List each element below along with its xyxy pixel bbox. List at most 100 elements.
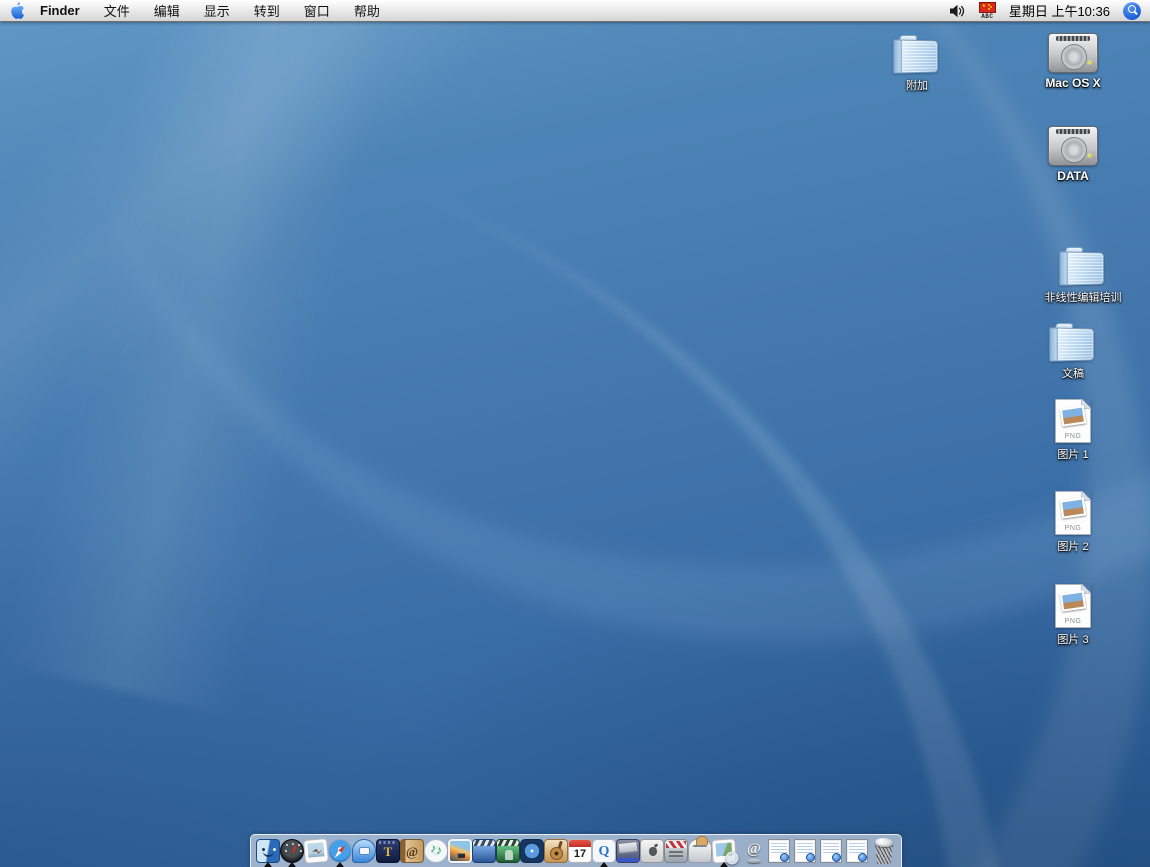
dock-finder-icon[interactable]	[256, 835, 280, 867]
trash-icon[interactable]	[870, 835, 898, 867]
png-file-icon: PNG	[1055, 491, 1091, 535]
png-file-icon: PNG	[1055, 399, 1091, 443]
dock-itunes-icon[interactable]	[424, 835, 448, 867]
icon-label: 图片 1	[1057, 446, 1088, 462]
icon-label: 文稿	[1062, 365, 1084, 381]
input-method-menu[interactable]: ABC	[979, 2, 996, 20]
safari-badge-icon	[780, 853, 789, 862]
address-book-icon: @	[400, 839, 424, 863]
png-file-icon: PNG	[1055, 584, 1091, 628]
dock-image-viewer-icon[interactable]	[304, 835, 328, 867]
folder-icon	[1058, 246, 1108, 286]
dock-ical-icon[interactable]: 17	[568, 835, 592, 867]
desktop-icon-folder-fujia[interactable]: 附加	[869, 34, 965, 93]
safari-badge-icon	[858, 853, 867, 862]
menu-bar: Finder 文件 编辑 显示 转到 窗口 帮助 ABC 星期日 上午10:36	[0, 0, 1150, 22]
dashboard-icon	[280, 839, 304, 863]
active-app-name[interactable]: Finder	[34, 3, 92, 18]
icon-label: Mac OS X	[1045, 76, 1100, 90]
dock-minimized-windows	[766, 835, 870, 867]
itunes-icon	[424, 839, 448, 863]
input-method-label: ABC	[981, 14, 993, 20]
dock-system-preferences-icon[interactable]	[640, 835, 664, 867]
minimized-safari-window[interactable]	[818, 835, 844, 867]
desktop-icon-png-2[interactable]: PNG 图片 2	[1025, 491, 1121, 554]
desktop-icon-png-1[interactable]: PNG 图片 1	[1025, 399, 1121, 462]
safari-badge-icon	[806, 853, 815, 862]
window-thumbnail	[768, 839, 790, 863]
finder-icon	[256, 839, 280, 863]
apple-logo-icon	[10, 2, 25, 19]
desktop-icon-png-3[interactable]: PNG 图片 3	[1025, 584, 1121, 647]
dock-imovie-icon[interactable]	[472, 835, 496, 867]
menubar-clock[interactable]: 星期日 上午10:36	[1009, 1, 1110, 20]
menu-go[interactable]: 转到	[242, 1, 292, 20]
icon-label: DATA	[1057, 169, 1089, 183]
menu-view[interactable]: 显示	[192, 1, 242, 20]
desktop-icon-folder-wengao[interactable]: 文稿	[1025, 322, 1121, 381]
video-editor-green-icon	[496, 839, 520, 863]
idvd-icon	[520, 839, 544, 863]
running-indicator	[600, 862, 608, 867]
dock-address-book-icon[interactable]: @	[400, 835, 424, 867]
safari-badge-icon	[832, 853, 841, 862]
apple-menu[interactable]	[0, 0, 34, 21]
ichat-icon	[352, 839, 376, 863]
volume-icon[interactable]	[949, 4, 966, 18]
dock-movie-clapper-icon[interactable]	[616, 835, 640, 867]
iphoto-icon	[448, 839, 472, 863]
window-thumbnail	[794, 839, 816, 863]
ical-icon: 17	[568, 839, 592, 863]
photo-thumbnail	[1060, 590, 1086, 611]
minimized-safari-window[interactable]	[792, 835, 818, 867]
desktop-icon-drive-data[interactable]: DATA	[1025, 126, 1121, 183]
desktop-icon-drive-macosx[interactable]: Mac OS X	[1025, 33, 1121, 90]
dock-quicktime-icon[interactable]: Q	[592, 835, 616, 867]
dock-safari-icon[interactable]	[328, 835, 352, 867]
video-app-t-icon: T	[376, 839, 400, 863]
dock-toast-icon[interactable]	[688, 835, 712, 867]
dock-ichat-icon[interactable]	[352, 835, 376, 867]
movie-clapper-icon	[616, 839, 640, 863]
dock: T@17Q @	[250, 834, 902, 867]
wallpaper-shade	[0, 0, 1150, 867]
menu-window[interactable]: 窗口	[292, 1, 342, 20]
hard-drive-icon	[1048, 126, 1098, 166]
desktop-icon-folder-feixianxing[interactable]: 非线性编辑培训	[1024, 246, 1142, 305]
png-badge-label: PNG	[1056, 618, 1090, 625]
menu-file[interactable]: 文件	[92, 1, 142, 20]
icon-label: 图片 2	[1057, 538, 1088, 554]
imovie-icon	[472, 839, 496, 863]
image-viewer-icon	[303, 838, 329, 864]
system-preferences-icon	[640, 839, 664, 863]
running-indicator	[288, 862, 296, 867]
dock-dashboard-icon[interactable]	[280, 835, 304, 867]
menu-edit[interactable]: 编辑	[142, 1, 192, 20]
dock-iphoto-icon[interactable]	[448, 835, 472, 867]
dock-garageband-icon[interactable]	[544, 835, 568, 867]
window-thumbnail	[820, 839, 842, 863]
png-badge-label: PNG	[1056, 433, 1090, 440]
running-indicator	[264, 862, 272, 867]
dock-at-stamp-icon[interactable]: @	[742, 835, 766, 867]
preview-icon	[711, 838, 737, 864]
menu-help[interactable]: 帮助	[342, 1, 392, 20]
spotlight-search-icon[interactable]	[1123, 2, 1141, 20]
minimized-safari-window[interactable]	[766, 835, 792, 867]
hard-drive-icon	[1048, 33, 1098, 73]
dock-video-app-t-icon[interactable]: T	[376, 835, 400, 867]
desktop-screen: Finder 文件 编辑 显示 转到 窗口 帮助 ABC 星期日 上午10:36	[0, 0, 1150, 867]
minimized-safari-window[interactable]	[844, 835, 870, 867]
garageband-icon	[544, 839, 568, 863]
dock-preview-icon[interactable]	[712, 835, 736, 867]
photo-thumbnail	[1060, 497, 1086, 518]
dock-film-slate-icon[interactable]	[664, 835, 688, 867]
icon-label: 非线性编辑培训	[1045, 289, 1122, 305]
window-thumbnail	[846, 839, 868, 863]
dock-idvd-icon[interactable]	[520, 835, 544, 867]
icon-label: 图片 3	[1057, 631, 1088, 647]
folder-icon	[1048, 322, 1098, 362]
running-indicator	[336, 862, 344, 867]
safari-icon	[328, 839, 352, 863]
dock-video-editor-green-icon[interactable]	[496, 835, 520, 867]
